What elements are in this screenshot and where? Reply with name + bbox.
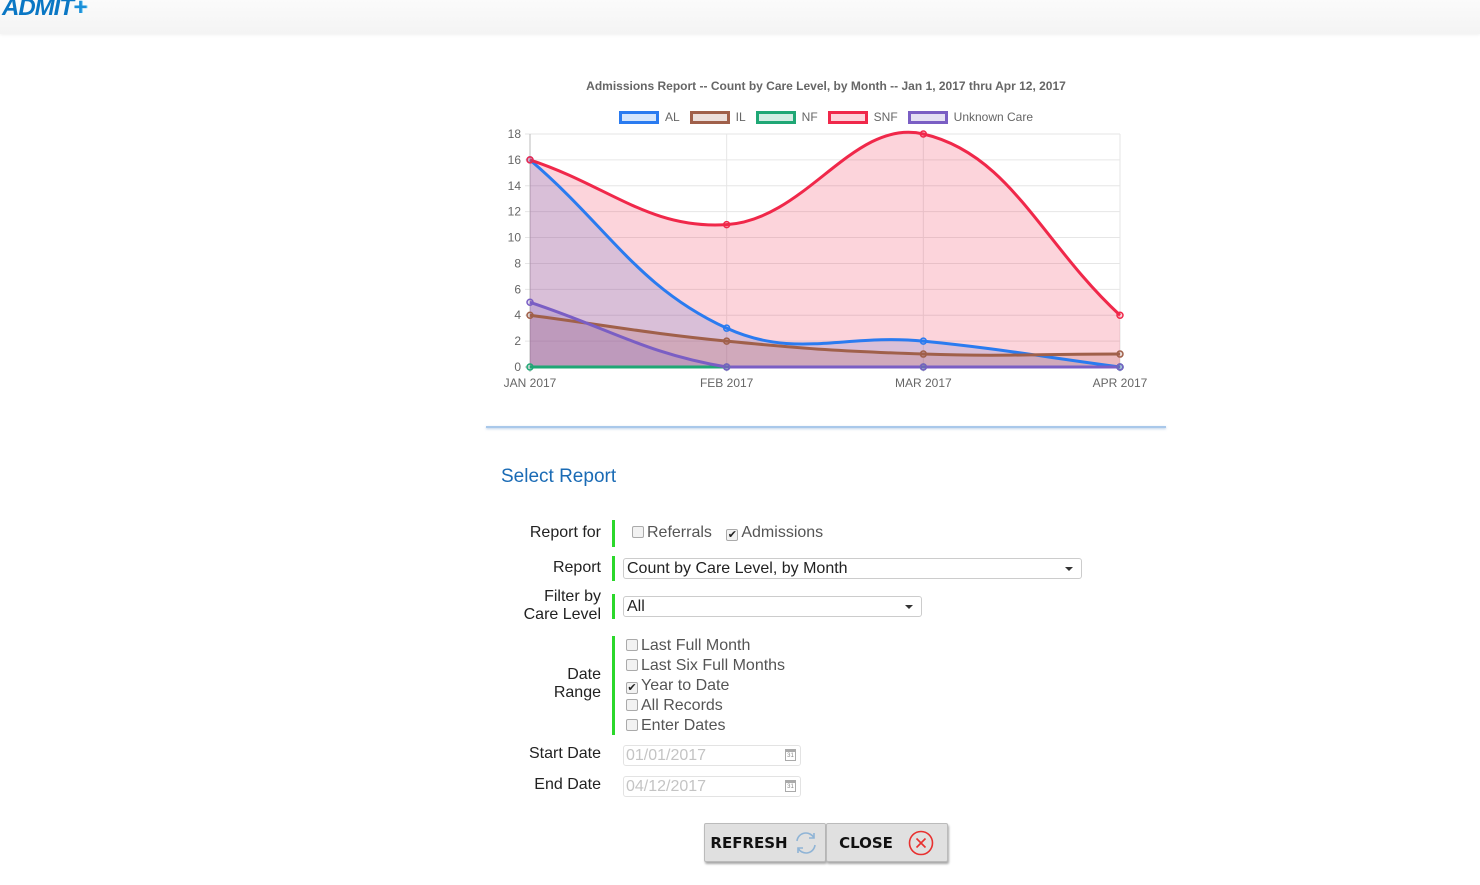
x-tick-label: MAR 2017	[895, 376, 952, 390]
data-point-snf	[919, 130, 928, 138]
y-tick-label: 6	[514, 282, 521, 296]
option-label: All Records	[641, 697, 723, 714]
last-six-full-months-checkbox[interactable]: Last Six Full Months	[626, 656, 785, 676]
care-level-select-value: All	[627, 598, 645, 615]
report-for-label: Report for	[529, 524, 601, 541]
admissions-label: Admissions	[741, 524, 824, 541]
data-point-il	[722, 337, 731, 345]
enter-dates-checkbox[interactable]: Enter Dates	[626, 716, 785, 736]
chevron-down-icon	[905, 605, 913, 609]
section-title: Select Report	[501, 466, 617, 487]
calendar-icon[interactable]: 31	[785, 749, 796, 761]
year-to-date-checkbox[interactable]: ✔ Year to Date	[626, 676, 785, 696]
y-tick-label: 14	[508, 179, 522, 193]
data-point-il	[919, 350, 928, 358]
y-tick-label: 12	[508, 205, 522, 219]
data-point-unknown-care	[919, 363, 928, 371]
checkmark-icon[interactable]: ✔	[726, 529, 739, 541]
report-select[interactable]: Count by Care Level, by Month	[623, 558, 1082, 579]
data-point-snf	[722, 220, 731, 229]
data-point-unknown-care	[1116, 363, 1124, 371]
report-for-options: Referrals ✔ Admissions	[632, 524, 823, 542]
filter-label-line1: Filter by	[544, 588, 601, 605]
start-date-value: 01/01/2017	[626, 747, 707, 764]
y-tick-label: 18	[508, 127, 522, 141]
option-label: Last Six Full Months	[641, 657, 786, 674]
refresh-icon	[795, 831, 816, 854]
data-point-unknown-care	[526, 298, 534, 307]
report-label: Report	[552, 559, 601, 576]
date-range-label-line1: Date	[567, 666, 601, 683]
close-icon	[908, 830, 934, 855]
referrals-label: Referrals	[647, 524, 712, 541]
checkbox-box[interactable]	[626, 639, 638, 651]
y-tick-label: 0	[514, 360, 521, 374]
x-tick-label: FEB 2017	[700, 376, 754, 390]
option-label: Year to Date	[641, 677, 730, 694]
y-tick-label: 4	[514, 308, 521, 322]
checkbox-box[interactable]	[632, 526, 644, 538]
care-level-select[interactable]: All	[623, 596, 922, 617]
calendar-icon[interactable]: 31	[785, 780, 796, 792]
data-point-snf	[526, 156, 534, 164]
required-bar	[612, 636, 615, 735]
data-point-unknown-care	[722, 363, 731, 371]
filter-label-line2: Care Level	[523, 606, 601, 623]
x-tick-label: APR 2017	[1093, 376, 1148, 390]
option-label: Last Full Month	[641, 637, 751, 654]
end-date-value: 04/12/2017	[626, 778, 707, 795]
option-label: Enter Dates	[641, 717, 726, 734]
data-point-snf	[1116, 311, 1124, 319]
date-range-options: Last Full Month Last Six Full Months ✔ Ye…	[626, 636, 785, 736]
checkbox-box[interactable]	[626, 719, 638, 731]
filter-label: Filter by Care Level	[524, 588, 601, 624]
y-tick-label: 8	[514, 256, 521, 270]
required-bar	[612, 556, 615, 581]
data-point-nf	[526, 363, 534, 371]
y-tick-label: 10	[508, 231, 522, 245]
chevron-down-icon	[1065, 567, 1073, 571]
y-tick-label: 2	[514, 334, 521, 348]
data-point-al	[722, 324, 731, 332]
close-button[interactable]: CLOSE	[826, 823, 948, 862]
report-select-value: Count by Care Level, by Month	[627, 560, 848, 577]
checkbox-box[interactable]	[626, 699, 638, 711]
close-label: CLOSE	[839, 833, 893, 852]
checkmark-icon[interactable]: ✔	[626, 682, 638, 694]
required-bar	[612, 594, 615, 619]
end-date-input[interactable]: 04/12/2017 31	[623, 776, 801, 797]
last-full-month-checkbox[interactable]: Last Full Month	[626, 636, 785, 656]
start-date-label: Start Date	[528, 745, 601, 762]
start-date-input[interactable]: 01/01/2017 31	[623, 745, 801, 766]
y-tick-label: 16	[508, 153, 522, 167]
data-point-al	[919, 337, 928, 345]
x-tick-label: JAN 2017	[504, 376, 557, 390]
admissions-checkbox[interactable]: ✔ Admissions	[726, 524, 823, 541]
data-point-il	[1116, 350, 1124, 358]
required-bar	[612, 520, 615, 547]
referrals-checkbox[interactable]: Referrals	[632, 524, 712, 541]
data-point-il	[526, 311, 534, 319]
refresh-label: REFRESH	[710, 833, 788, 852]
all-records-checkbox[interactable]: All Records	[626, 696, 785, 716]
refresh-button[interactable]: REFRESH	[704, 823, 826, 862]
section-divider	[486, 426, 1166, 428]
date-range-label: Date Range	[554, 666, 601, 702]
line-chart: 0 2 4 6 8 10 12 14 16 18 JAN 2017 FEB 2017 MAR 2017 A…	[504, 127, 1148, 390]
date-range-label-line2: Range	[553, 684, 601, 701]
end-date-label: End Date	[534, 776, 601, 793]
checkbox-box[interactable]	[626, 659, 638, 671]
